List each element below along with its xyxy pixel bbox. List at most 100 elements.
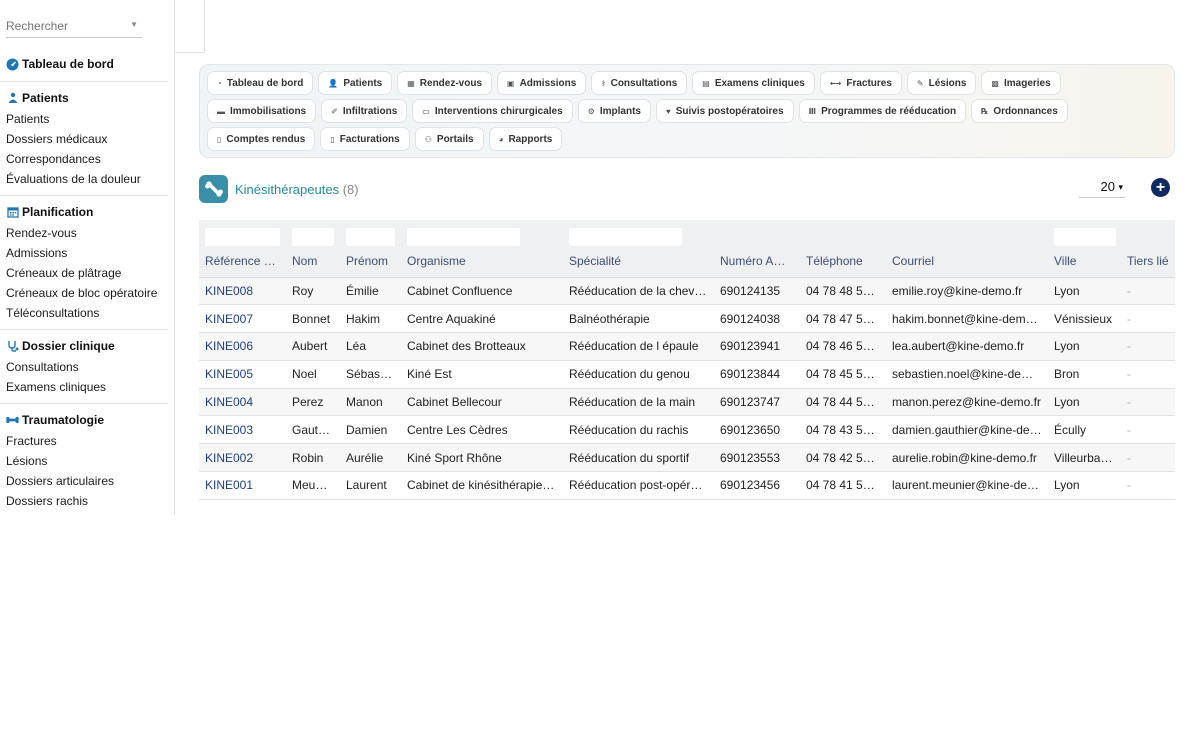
sidebar-item[interactable]: Dossiers rachis [0, 491, 168, 511]
record-link[interactable]: KINE006 [199, 332, 286, 361]
filter-input[interactable] [205, 228, 280, 246]
quicknav-rapports[interactable]: ◕ Rapports [488, 127, 563, 151]
sidebar-item[interactable]: Consultations [0, 357, 168, 377]
table-row[interactable]: KINE004 Perez Manon Cabinet Bellecour Rééduc… [199, 388, 1175, 417]
quicknav-facturations[interactable]: ▯ Facturations [320, 127, 410, 151]
quicknav-admissions[interactable]: ▣ Admissions [497, 71, 587, 95]
table-cell: Perez [286, 388, 340, 417]
quicknav-comptes-rendus[interactable]: ▯ Comptes rendus [207, 127, 316, 151]
table-cell: Rééducation de la cheville [563, 277, 714, 306]
filter-input[interactable] [1054, 228, 1116, 246]
sidebar-item[interactable]: Dossiers articulaires [0, 471, 168, 491]
table-row[interactable]: KINE005 Noel Sébastien Kiné Est Rééducation … [199, 360, 1175, 389]
chevron-down-icon[interactable]: ▼ [130, 20, 138, 29]
search-input[interactable] [6, 16, 124, 36]
quicknav-implants[interactable]: ⚙ Implants [577, 99, 651, 123]
table-cell: 04 78 48 59 70 [800, 277, 886, 306]
record-link[interactable]: KINE007 [199, 304, 286, 334]
column-header[interactable]: Tiers lié [1121, 246, 1175, 278]
quicknav-rendez-vous[interactable]: ▦ Rendez-vous [397, 71, 493, 95]
table-row[interactable]: KINE008 Roy Émilie Cabinet Confluence Rééduc… [199, 277, 1175, 306]
record-link[interactable]: KINE004 [199, 388, 286, 417]
table-cell: Meunier [286, 471, 340, 500]
quicknav-infiltrations[interactable]: ✐ Infiltrations [321, 99, 408, 123]
record-link[interactable]: KINE005 [199, 360, 286, 389]
quicknav-lésions[interactable]: ✎ Lésions [906, 71, 977, 95]
table-cell: - [1121, 304, 1175, 334]
quicknav-interventions-chirurgicales[interactable]: ▭ Interventions chirurgicales [412, 99, 573, 123]
quicknav-suivis-postopératoires[interactable]: ♥ Suivis postopératoires [655, 99, 794, 123]
sidebar-item[interactable]: Correspondances [0, 149, 168, 169]
prescription-icon: ℞ [981, 106, 989, 116]
invoice-icon: ▯ [330, 134, 335, 144]
sidebar-section-title: Dossier clinique [22, 339, 115, 353]
quicknav-fractures[interactable]: ⟷ Fractures [819, 71, 902, 95]
sidebar-section-traumatologie: Traumatologie Fractures Lésions Dossiers ar… [0, 410, 168, 515]
column-header[interactable]: Numéro ADELI [714, 246, 800, 278]
column-header[interactable]: Prénom [340, 246, 401, 278]
filter-input[interactable] [292, 228, 334, 246]
sidebar-item[interactable]: Évaluations de la douleur [0, 169, 168, 189]
sidebar-item[interactable]: Créneaux de bloc opératoire [0, 283, 168, 303]
sidebar-item[interactable]: Lésions [0, 451, 168, 471]
sidebar-section-header[interactable]: Traumatologie [0, 410, 168, 430]
chart-pie-icon: ◕ [498, 134, 504, 144]
column-header[interactable]: Courriel [886, 246, 1048, 278]
sidebar-section-planification: Planification Rendez-vous Admissions Crénea… [0, 202, 168, 330]
sidebar-section-header[interactable]: Patients [0, 88, 168, 108]
table-cell: Cabinet Confluence [401, 277, 563, 306]
record-link[interactable]: KINE001 [199, 471, 286, 500]
column-header[interactable]: Référence kinésithérapeute [199, 246, 286, 278]
quicknav-portails[interactable]: ⚇ Portails [414, 127, 484, 151]
sidebar-item-dashboard[interactable]: Tableau de bord [0, 54, 168, 74]
sidebar-item[interactable]: Créneaux de plâtrage [0, 263, 168, 283]
quicknav-programmes-de-rééducation[interactable]: Ⅲ Programmes de rééducation [798, 99, 967, 123]
header-row: Référence kinésithérapeuteNomPrénomOrgan… [199, 246, 1175, 278]
search-box[interactable]: ▼ [6, 16, 142, 38]
quicknav-ordonnances[interactable]: ℞ Ordonnances [971, 99, 1068, 123]
table-cell: Roy [286, 277, 340, 306]
filter-input[interactable] [346, 228, 395, 246]
page-size-select[interactable]: 20 ▾ [1079, 179, 1125, 198]
table-cell: 04 78 47 58 69 [800, 304, 886, 334]
quicknav-label: Interventions chirurgicales [434, 105, 563, 117]
record-link[interactable]: KINE008 [199, 277, 286, 306]
column-header[interactable]: Téléphone [800, 246, 886, 278]
sidebar-item[interactable]: Examens cliniques [0, 377, 168, 397]
table-row[interactable]: KINE002 Robin Aurélie Kiné Sport Rhône Réédu… [199, 443, 1175, 473]
quicknav-tableau-de-bord[interactable]: ◔ Tableau de bord [207, 71, 314, 95]
sidebar-item[interactable]: Fractures [0, 431, 168, 451]
sidebar-section-header[interactable]: Planification [0, 202, 168, 222]
sidebar-item[interactable]: Téléconsultations [0, 303, 168, 323]
table-row[interactable]: KINE007 Bonnet Hakim Centre Aquakiné Balnéot… [199, 304, 1175, 334]
sidebar-item[interactable]: Rendez-vous [0, 223, 168, 243]
gears-icon: ⚙ [587, 106, 595, 116]
table-cell: - [1121, 471, 1175, 500]
quicknav-imageries[interactable]: ▩ Imageries [981, 71, 1061, 95]
column-header[interactable]: Spécialité [563, 246, 714, 278]
table-row[interactable]: KINE003 Gauthier Damien Centre Les Cèdres Ré… [199, 415, 1175, 445]
column-header[interactable]: Organisme [401, 246, 563, 278]
filter-input[interactable] [569, 228, 682, 246]
table-cell: hakim.bonnet@kine-demo.fr [886, 304, 1048, 334]
quicknav-consultations[interactable]: ⚕ Consultations [591, 71, 688, 95]
quicknav-label: Patients [343, 77, 383, 89]
add-button[interactable]: + [1151, 178, 1170, 197]
quicknav-examens-cliniques[interactable]: ▤ Examens cliniques [692, 71, 815, 95]
column-header[interactable]: Ville [1048, 246, 1121, 278]
table-cell: 690124135 [714, 277, 800, 306]
sidebar-item[interactable]: Patients [0, 109, 168, 129]
table-row[interactable]: KINE001 Meunier Laurent Cabinet de kinésith… [199, 471, 1175, 500]
record-link[interactable]: KINE003 [199, 415, 286, 445]
record-link[interactable]: KINE002 [199, 443, 286, 473]
quicknav-immobilisations[interactable]: ▬ Immobilisations [207, 99, 317, 123]
sidebar-item[interactable]: Admissions [0, 243, 168, 263]
filter-input[interactable] [407, 228, 520, 246]
table-cell: manon.perez@kine-demo.fr [886, 388, 1048, 417]
quicknav-label: Suivis postopératoires [675, 105, 784, 117]
quicknav-patients[interactable]: 👤 Patients [318, 71, 393, 95]
sidebar-section-header[interactable]: Dossier clinique [0, 336, 168, 356]
table-row[interactable]: KINE006 Aubert Léa Cabinet des Brotteaux Réé… [199, 332, 1175, 361]
sidebar-item[interactable]: Dossiers médicaux [0, 129, 168, 149]
column-header[interactable]: Nom [286, 246, 340, 278]
